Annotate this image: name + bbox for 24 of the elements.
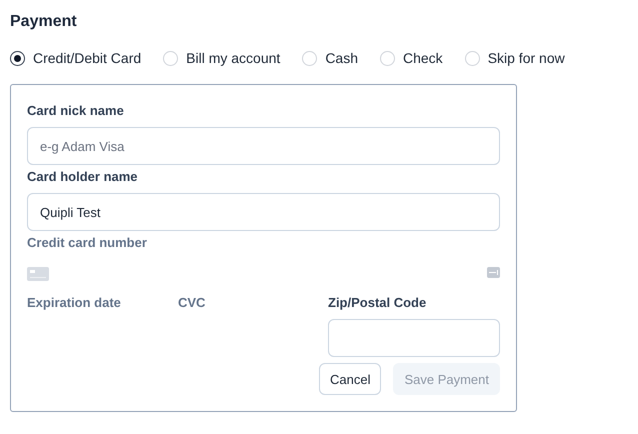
field-label: Zip/Postal Code	[328, 295, 428, 311]
radio-button[interactable]	[10, 50, 25, 66]
option-label: Check	[403, 50, 443, 66]
payment-option[interactable]: Credit/Debit Card	[10, 50, 142, 66]
option-label: Bill my account	[186, 50, 280, 66]
input-field[interactable]: Quipli Test	[27, 193, 500, 231]
field-label: Credit card number	[27, 235, 148, 251]
payment-option[interactable]: Cash	[302, 50, 358, 66]
field-label: Expiration date	[27, 295, 122, 311]
card-back-icon	[487, 267, 500, 278]
payment-option[interactable]: Bill my account	[163, 50, 280, 66]
input-field[interactable]: e-g Adam Visa	[27, 127, 500, 165]
input-field[interactable]	[328, 319, 500, 357]
option-label: Cash	[325, 50, 358, 66]
option-label: Skip for now	[488, 50, 565, 66]
payment-option[interactable]: Check	[380, 50, 443, 66]
field-label: Card holder name	[27, 169, 139, 185]
cancel-button[interactable]: Cancel	[318, 363, 382, 395]
field-label: Card nick name	[27, 103, 125, 119]
option-label: Credit/Debit Card	[33, 50, 142, 66]
credit-card-icon	[27, 267, 49, 281]
section-title: Payment	[10, 12, 78, 32]
payment-option[interactable]: Skip for now	[464, 50, 565, 66]
field-label: CVC	[178, 295, 206, 311]
